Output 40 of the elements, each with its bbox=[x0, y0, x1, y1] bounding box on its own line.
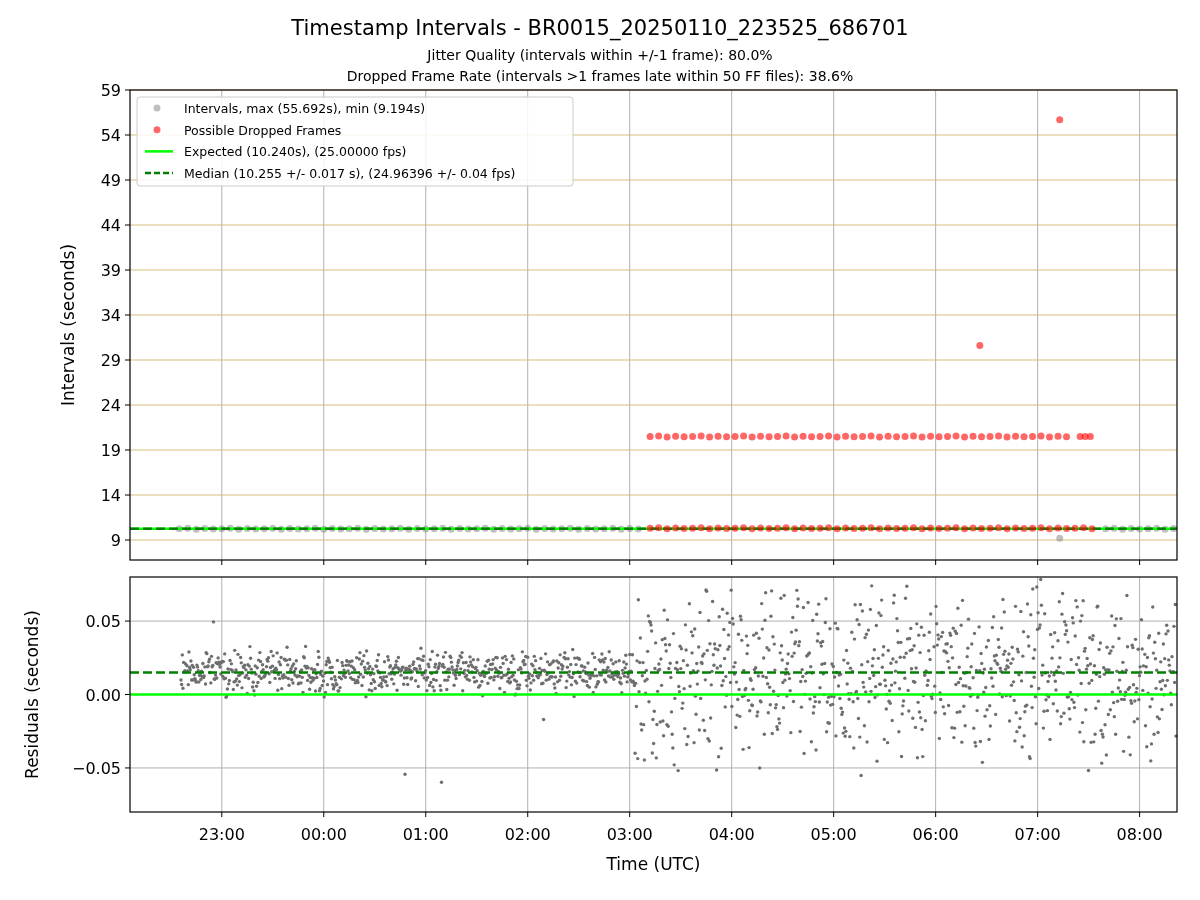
axis-tick-label: 05:00 bbox=[810, 825, 857, 844]
axis-tick-label: 39 bbox=[100, 261, 121, 280]
figure-title: Timestamp Intervals - BR0015_20250110_223525_686701 bbox=[291, 15, 909, 42]
axis-tick-label: 44 bbox=[100, 216, 121, 235]
axis-tick-label: 14 bbox=[100, 486, 121, 505]
axis-label: Time (UTC) bbox=[606, 854, 701, 874]
axis-label: Residuals (seconds) bbox=[22, 610, 42, 779]
axis-tick-label: 03:00 bbox=[606, 825, 653, 844]
axis-tick-label: 06:00 bbox=[912, 825, 959, 844]
legend-marker-icon bbox=[153, 104, 161, 112]
axis-tick-label: 34 bbox=[100, 306, 121, 325]
data-point bbox=[976, 342, 984, 350]
axis-tick-label: 01:00 bbox=[402, 825, 449, 844]
axis-tick-label: 02:00 bbox=[504, 825, 551, 844]
axis-tick-label: 08:00 bbox=[1116, 825, 1163, 844]
axis-tick-label: 59 bbox=[100, 81, 121, 100]
axis-tick-label: 0.00 bbox=[85, 685, 121, 705]
axis-label: Intervals (seconds) bbox=[58, 243, 78, 407]
data-point bbox=[1056, 116, 1064, 124]
axis-tick-label: 29 bbox=[100, 351, 121, 370]
axis-tick-label: 23:00 bbox=[198, 825, 245, 844]
axis-tick-label: 04:00 bbox=[708, 825, 755, 844]
legend-marker-icon bbox=[153, 126, 161, 134]
axis-tick-label: 19 bbox=[100, 441, 121, 460]
legend-label: Intervals, max (55.692s), min (9.194s) bbox=[184, 101, 426, 116]
legend-label: Possible Dropped Frames bbox=[184, 122, 342, 138]
axis-tick-label: 00:00 bbox=[300, 825, 347, 844]
chart-subtitle: Dropped Frame Rate (intervals >1 frames late within 50 FF files): 38.6% bbox=[346, 67, 854, 86]
legend-label: Expected (10.240s), (25.00000 fps) bbox=[184, 144, 407, 160]
legend-line-icon bbox=[145, 150, 173, 153]
axis-tick-label: 49 bbox=[100, 171, 121, 190]
legend-label: Median (10.255 +/- 0.017 s), (24.96396 +/- 0.04 fps) bbox=[184, 166, 516, 182]
chart-subtitle: Jitter Quality (intervals within +/-1 frame): 80.0% bbox=[427, 46, 773, 65]
axis-tick-label: 9 bbox=[110, 531, 121, 550]
axis-tick-label: 24 bbox=[100, 396, 121, 415]
axis-tick-label: 54 bbox=[100, 126, 121, 145]
axis-tick-label: −0.05 bbox=[71, 758, 121, 778]
axis-tick-label: 0.05 bbox=[85, 612, 121, 632]
axis-tick-label: 07:00 bbox=[1014, 825, 1061, 844]
legend-line-icon bbox=[145, 171, 173, 175]
